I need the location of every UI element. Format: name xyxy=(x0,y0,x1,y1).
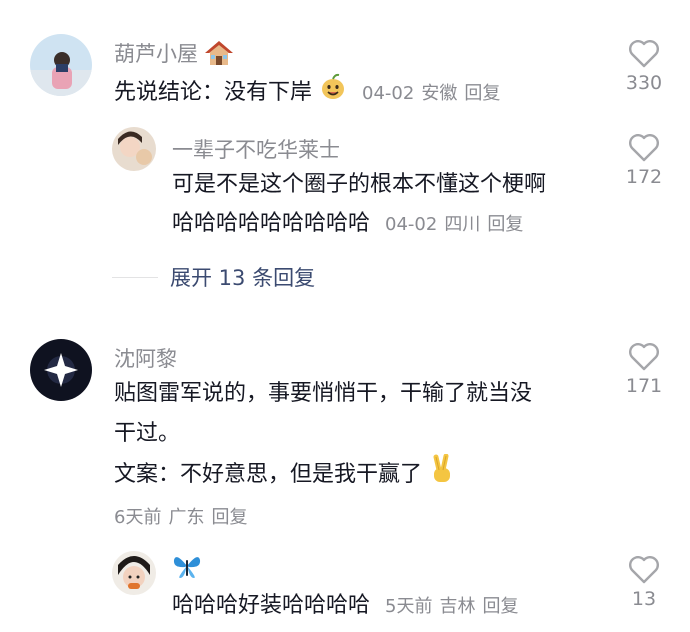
comment-username[interactable]: 一辈子不吃华莱士 xyxy=(172,134,340,164)
comment-username[interactable]: 沈阿黎 xyxy=(114,343,177,373)
heart-icon xyxy=(629,134,659,162)
heart-icon xyxy=(629,556,659,584)
comment-location: 广东 xyxy=(168,507,205,528)
avatar[interactable] xyxy=(30,34,92,96)
pear-face-emoji xyxy=(319,73,347,113)
comment-meta: 04-02 四川 回复 xyxy=(385,214,530,235)
like-button[interactable]: 172 xyxy=(619,134,669,188)
like-button[interactable]: 330 xyxy=(619,40,669,94)
expand-replies-button[interactable]: 展开 13 条回复 xyxy=(112,262,315,292)
avatar[interactable] xyxy=(112,127,156,171)
butterfly-icon xyxy=(172,552,202,585)
comment-location: 吉林 xyxy=(439,596,476,617)
heart-icon xyxy=(629,40,659,68)
comment-text-line: 哈哈哈哈哈哈哈哈哈 04-02 四川 回复 xyxy=(172,206,530,243)
comment-date: 04-02 xyxy=(362,83,415,104)
comment-date: 04-02 xyxy=(385,214,438,235)
divider xyxy=(112,276,158,278)
reply-button[interactable]: 回复 xyxy=(487,214,523,235)
like-count: 171 xyxy=(625,375,663,397)
comment-date: 6天前 xyxy=(114,507,162,528)
like-count: 13 xyxy=(631,588,657,610)
comment-text-line: 贴图雷军说的，事要悄悄干，干输了就当没 xyxy=(114,381,533,406)
avatar[interactable] xyxy=(112,551,156,595)
expand-replies-label: 展开 13 条回复 xyxy=(170,266,316,290)
comment-location: 四川 xyxy=(444,214,481,235)
reply-button[interactable]: 回复 xyxy=(464,83,500,104)
reply-button[interactable]: 回复 xyxy=(211,507,247,528)
like-count: 330 xyxy=(625,72,663,94)
victory-hand-emoji xyxy=(429,453,455,496)
comment-meta: 04-02 安徽 回复 xyxy=(362,83,507,104)
like-count: 172 xyxy=(625,166,663,188)
comment-meta: 5天前 吉林 回复 xyxy=(385,596,525,617)
like-button[interactable]: 13 xyxy=(619,556,669,610)
comment-username[interactable] xyxy=(172,552,202,585)
avatar[interactable] xyxy=(30,339,92,401)
like-button[interactable]: 171 xyxy=(619,343,669,397)
heart-icon xyxy=(629,343,659,371)
comment-text-line: 文案：不好意思，但是我干赢了 xyxy=(114,453,455,496)
comment-text-line: 干过。 xyxy=(114,421,181,446)
comment-location: 安徽 xyxy=(421,83,458,104)
comment-text-line: 哈哈哈好装哈哈哈哈 5天前 吉林 回复 xyxy=(172,588,525,625)
house-icon xyxy=(204,40,233,71)
comment-text: 先说结论：没有下岸 04-02 安徽 回复 xyxy=(114,73,507,113)
comment-meta: 6天前 广东 回复 xyxy=(114,503,254,529)
comment-username[interactable]: 葫芦小屋 xyxy=(114,38,233,71)
comment-date: 5天前 xyxy=(385,596,433,617)
comment-text-line: 可是不是这个圈子的根本不懂这个梗啊 xyxy=(172,172,547,197)
reply-button[interactable]: 回复 xyxy=(482,596,518,617)
